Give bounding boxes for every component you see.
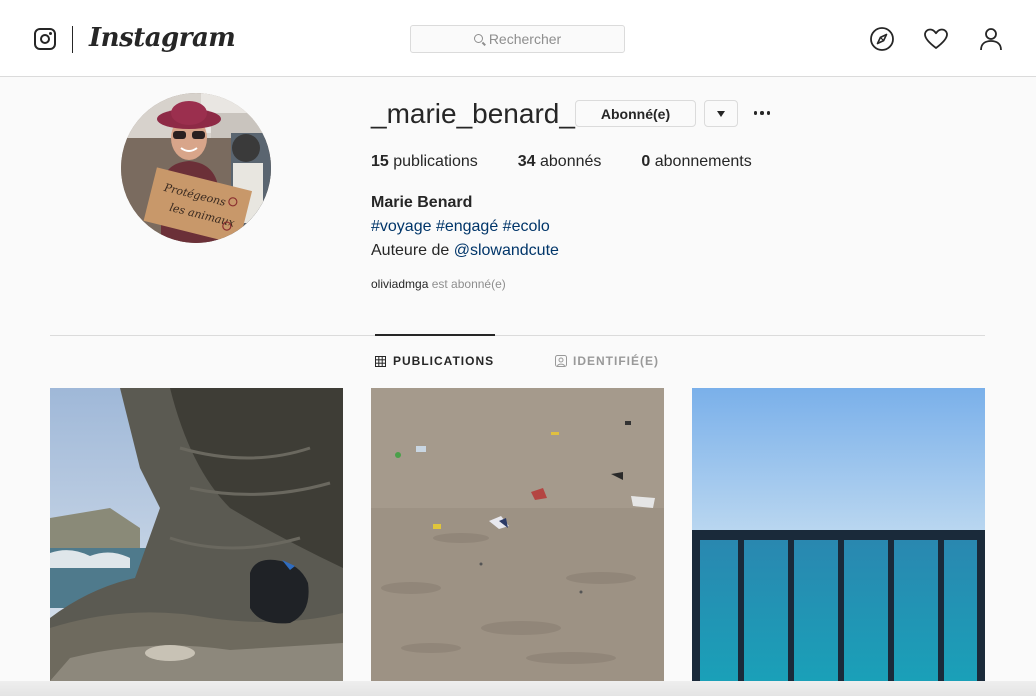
caret-down-icon xyxy=(717,110,725,117)
tab-publications[interactable]: PUBLICATIONS xyxy=(375,354,494,368)
post-image-sand xyxy=(371,388,664,681)
post-thumbnail[interactable] xyxy=(50,388,343,681)
search-icon xyxy=(473,34,483,43)
compass-icon[interactable] xyxy=(869,26,895,52)
profile-full-name: Marie Benard xyxy=(371,194,473,211)
more-options-button[interactable] xyxy=(752,103,772,123)
brand-divider xyxy=(72,26,73,53)
following-count[interactable]: 0 abonnements xyxy=(641,153,751,171)
profile-username: _marie_benard_ xyxy=(371,98,575,129)
post-image-rocks xyxy=(50,388,343,681)
instagram-glyph-icon[interactable] xyxy=(34,28,56,50)
bio-mention-link[interactable]: @slowandcute xyxy=(454,242,559,259)
active-tab-indicator xyxy=(375,334,495,336)
profile-avatar[interactable]: Protégeons les animaux xyxy=(121,93,271,243)
followers-count[interactable]: 34 abonnés xyxy=(518,153,602,171)
more-dots-icon xyxy=(753,111,758,115)
search-input[interactable]: Rechercher xyxy=(410,25,625,53)
instagram-wordmark[interactable]: Instagram xyxy=(89,23,236,53)
profile-icon[interactable] xyxy=(978,26,1004,52)
search-placeholder: Rechercher xyxy=(488,31,562,47)
profile-stats: 15 publications 34 abonnés 0 abonnements xyxy=(371,153,792,171)
tagged-person-icon xyxy=(555,355,567,367)
suggestions-dropdown-button[interactable] xyxy=(704,100,738,127)
post-image-sea xyxy=(692,388,985,681)
heart-icon[interactable] xyxy=(923,26,949,52)
tab-tagged[interactable]: IDENTIFIÉ(E) xyxy=(555,354,659,368)
grid-icon xyxy=(375,355,386,367)
window-bottom-edge xyxy=(0,681,1036,696)
posts-count: 15 publications xyxy=(371,153,478,170)
top-nav: Instagram Rechercher xyxy=(0,0,1036,77)
bio-hashtags[interactable]: #voyage #engagé #ecolo xyxy=(371,218,550,236)
tabs-divider xyxy=(50,335,985,336)
post-thumbnail[interactable] xyxy=(692,388,985,681)
post-thumbnail[interactable] xyxy=(371,388,664,681)
following-button[interactable]: Abonné(e) xyxy=(575,100,696,127)
bio-author-line: Auteure de @slowandcute xyxy=(371,242,559,259)
followed-by[interactable]: oliviadmga est abonné(e) xyxy=(371,277,506,291)
